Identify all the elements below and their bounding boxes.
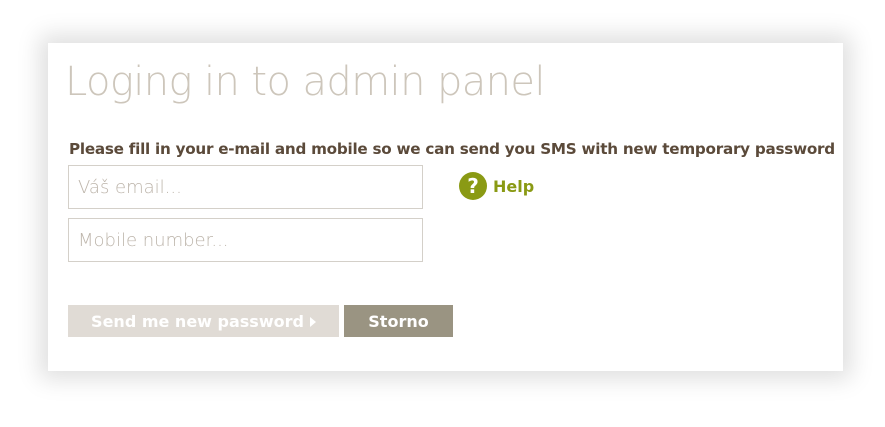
send-button-label: Send me new password xyxy=(91,311,304,331)
storno-button[interactable]: Storno xyxy=(344,305,453,337)
caret-right-icon xyxy=(309,316,316,327)
question-circle-icon: ? xyxy=(459,172,487,200)
send-new-password-button[interactable]: Send me new password xyxy=(68,305,339,337)
page-title: Loging in to admin panel xyxy=(65,59,546,105)
instructions-text: Please fill in your e-mail and mobile so… xyxy=(69,140,835,158)
storno-button-label: Storno xyxy=(368,311,429,331)
help-label: Help xyxy=(493,176,535,196)
mobile-number-input[interactable] xyxy=(68,218,423,262)
help-link[interactable]: ? Help xyxy=(459,172,534,200)
email-input[interactable] xyxy=(68,165,423,209)
login-panel: Loging in to admin panel Please fill in … xyxy=(48,43,843,371)
